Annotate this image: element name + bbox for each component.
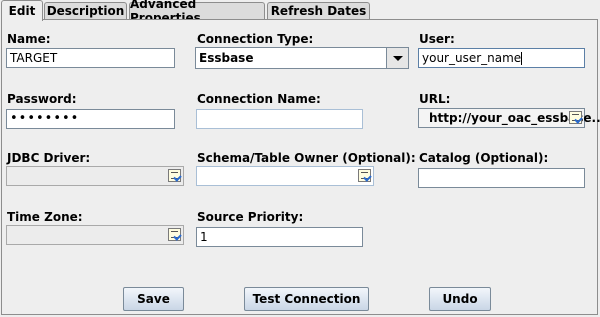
time-zone-field[interactable] <box>6 225 184 245</box>
undo-button[interactable]: Undo <box>429 287 491 311</box>
schema-owner-label: Schema/Table Owner (Optional): <box>197 151 416 165</box>
jdbc-driver-label: JDBC Driver: <box>7 151 91 165</box>
text-caret <box>521 52 523 65</box>
source-priority-field[interactable]: 1 <box>196 227 363 247</box>
user-value: your_user_name <box>422 51 522 65</box>
edit-jdbc-driver-icon[interactable] <box>168 169 181 182</box>
tab-edit[interactable]: Edit <box>1 0 43 21</box>
schema-owner-field[interactable] <box>196 166 374 186</box>
edit-url-icon[interactable] <box>569 111 582 124</box>
connection-type-label: Connection Type: <box>197 32 314 46</box>
jdbc-driver-field[interactable] <box>6 166 184 186</box>
tab-strip: Edit Description Advanced Properties Ref… <box>0 0 600 25</box>
save-button[interactable]: Save <box>123 287 184 311</box>
connection-name-label: Connection Name: <box>197 92 321 106</box>
tab-description[interactable]: Description <box>44 2 127 19</box>
password-label: Password: <box>7 92 77 106</box>
edit-schema-owner-icon[interactable] <box>358 169 371 182</box>
catalog-label: Catalog (Optional): <box>419 151 549 165</box>
tab-refresh-dates[interactable]: Refresh Dates <box>267 2 370 19</box>
user-field[interactable]: your_user_name <box>418 48 585 68</box>
user-label: User: <box>419 32 455 46</box>
url-label: URL: <box>419 92 451 106</box>
chevron-down-icon <box>392 55 403 61</box>
name-label: Name: <box>7 32 51 46</box>
password-field[interactable]: •••••••• <box>6 109 175 129</box>
url-field[interactable]: http://your_oac_essbase... <box>418 108 600 128</box>
source-priority-label: Source Priority: <box>197 210 304 224</box>
name-field[interactable]: TARGET <box>6 48 175 68</box>
time-zone-label: Time Zone: <box>7 210 83 224</box>
test-connection-button[interactable]: Test Connection <box>244 287 369 311</box>
connection-type-value: Essbase <box>199 51 254 65</box>
connection-name-field[interactable] <box>196 109 363 129</box>
dropdown-button[interactable] <box>386 48 408 68</box>
catalog-field[interactable] <box>418 168 585 188</box>
connection-type-select[interactable]: Essbase <box>195 47 409 69</box>
edit-time-zone-icon[interactable] <box>168 228 181 241</box>
tab-advanced-properties[interactable]: Advanced Properties <box>129 0 265 25</box>
